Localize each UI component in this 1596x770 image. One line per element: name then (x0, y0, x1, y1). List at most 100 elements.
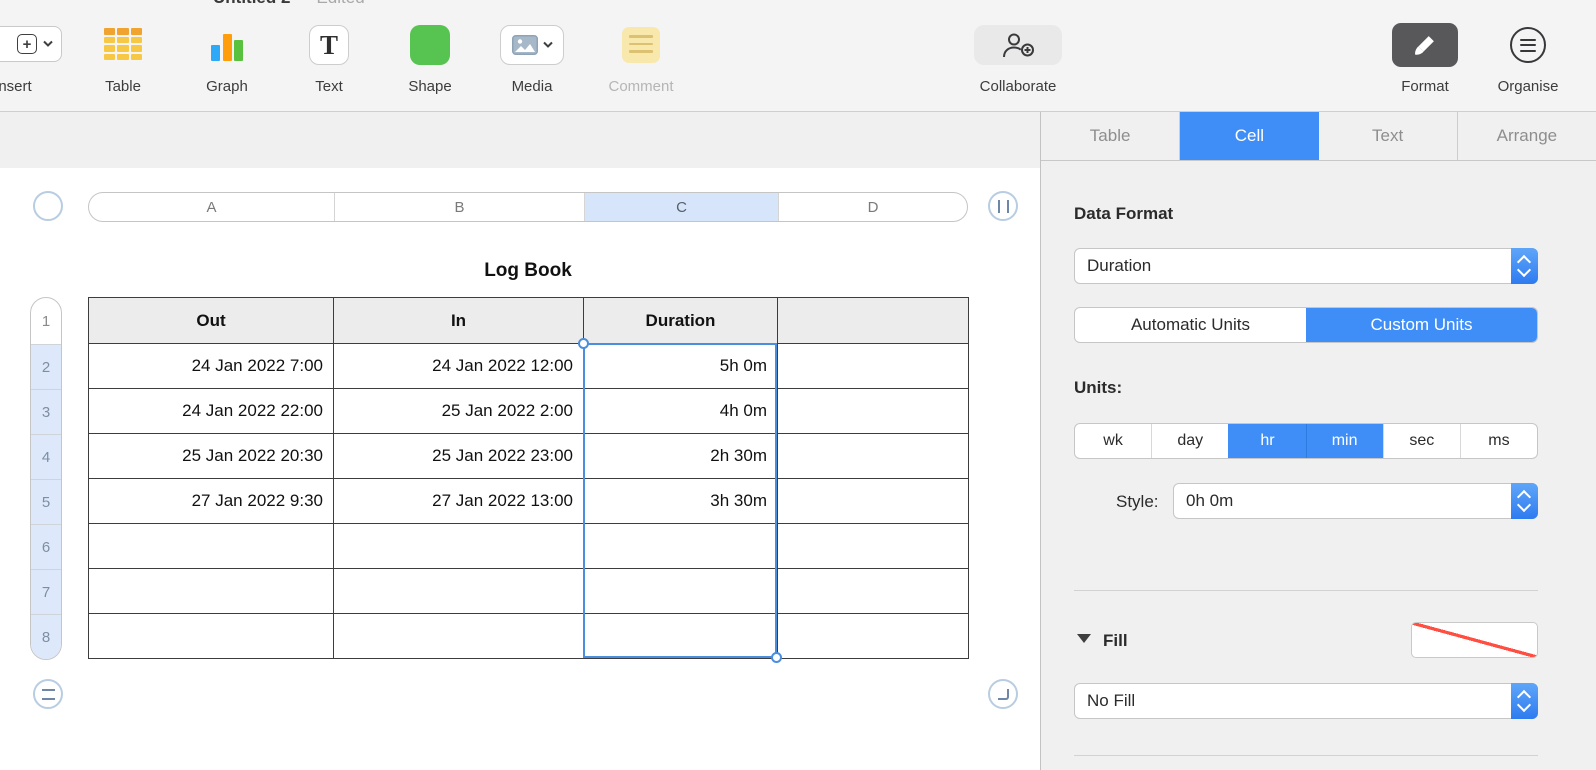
sheet-subbar (0, 112, 1040, 168)
cell-c5[interactable]: 3h 30m (583, 478, 778, 524)
cell-a3[interactable]: 24 Jan 2022 22:00 (88, 388, 334, 434)
add-row-handle[interactable] (33, 679, 63, 709)
cell-d2[interactable] (777, 343, 969, 389)
organise-icon (1510, 27, 1546, 63)
toolbar-item-organise[interactable]: Organise (1490, 0, 1566, 112)
plus-icon: + (17, 34, 37, 54)
cell-b6[interactable] (333, 523, 584, 569)
selection-handle-bottom[interactable] (771, 652, 782, 663)
column-header-a[interactable]: A (89, 193, 334, 221)
insert-button[interactable]: + (0, 26, 62, 62)
row-header-5[interactable]: 5 (31, 479, 61, 524)
header-cell-duration[interactable]: Duration (583, 297, 778, 344)
resize-table-handle[interactable] (988, 679, 1018, 709)
style-select[interactable]: 0h 0m (1173, 483, 1538, 519)
data-format-select[interactable]: Duration (1074, 248, 1538, 284)
toolbar-item-collaborate[interactable]: Collaborate (968, 0, 1068, 112)
unit-ms[interactable]: ms (1459, 424, 1537, 458)
row-header-1[interactable]: 1 (31, 298, 61, 344)
tab-arrange[interactable]: Arrange (1458, 112, 1596, 160)
table-select-handle[interactable] (33, 191, 63, 221)
row-header-4[interactable]: 4 (31, 434, 61, 479)
format-label: Format (1401, 78, 1449, 95)
table-label: Table (105, 78, 141, 95)
tab-cell[interactable]: Cell (1180, 112, 1319, 160)
stepper-icon[interactable] (1511, 683, 1538, 719)
divider (1074, 755, 1538, 756)
disclosure-triangle-icon[interactable] (1077, 634, 1091, 643)
toolbar-item-table[interactable]: Table (95, 0, 151, 112)
tab-table[interactable]: Table (1041, 112, 1181, 160)
row-header-3[interactable]: 3 (31, 389, 61, 434)
cell-d5[interactable] (777, 478, 969, 524)
custom-units-option[interactable]: Custom Units (1306, 308, 1537, 342)
collaborate-button[interactable] (974, 25, 1062, 65)
comment-icon (622, 27, 660, 63)
cell-d3[interactable] (777, 388, 969, 434)
cell-d8[interactable] (777, 613, 969, 659)
row-header-6[interactable]: 6 (31, 524, 61, 569)
cell-a7[interactable] (88, 568, 334, 614)
column-header-d[interactable]: D (778, 193, 967, 221)
fill-select[interactable]: No Fill (1074, 683, 1538, 719)
cell-a8[interactable] (88, 613, 334, 659)
table-title[interactable]: Log Book (88, 260, 968, 282)
cell-c7[interactable] (583, 568, 778, 614)
unit-day[interactable]: day (1151, 424, 1228, 458)
unit-hr[interactable]: hr (1228, 424, 1306, 458)
column-header-b[interactable]: B (334, 193, 584, 221)
header-cell-in[interactable]: In (333, 297, 584, 344)
toolbar-item-insert[interactable]: + nsert (0, 0, 62, 112)
add-column-handle[interactable] (988, 191, 1018, 221)
stepper-icon[interactable] (1511, 248, 1538, 284)
row-bars-icon (41, 688, 55, 700)
automatic-units-option[interactable]: Automatic Units (1075, 308, 1306, 342)
header-cell-empty[interactable] (777, 297, 969, 344)
unit-min[interactable]: min (1305, 424, 1383, 458)
table-icon (104, 28, 142, 60)
photo-icon (511, 35, 538, 55)
toolbar-item-comment[interactable]: Comment (601, 0, 681, 112)
cell-a6[interactable] (88, 523, 334, 569)
tab-text[interactable]: Text (1319, 112, 1458, 160)
cell-d7[interactable] (777, 568, 969, 614)
cell-a4[interactable]: 25 Jan 2022 20:30 (88, 433, 334, 479)
cell-c2[interactable]: 5h 0m (583, 343, 778, 389)
table-row: 27 Jan 2022 9:30 27 Jan 2022 13:00 3h 30… (88, 478, 969, 524)
cell-c8[interactable] (583, 613, 778, 659)
header-cell-out[interactable]: Out (88, 297, 334, 344)
toolbar-item-format[interactable]: Format (1392, 0, 1458, 112)
row-header-8[interactable]: 8 (31, 614, 61, 659)
format-button[interactable] (1392, 23, 1458, 67)
row-header-2[interactable]: 2 (31, 344, 61, 389)
column-header-c[interactable]: C (584, 193, 778, 221)
row-header-7[interactable]: 7 (31, 569, 61, 614)
fill-color-well[interactable] (1411, 622, 1538, 658)
unit-wk[interactable]: wk (1075, 424, 1151, 458)
toolbar-item-media[interactable]: Media (500, 0, 564, 112)
toolbar-item-graph[interactable]: Graph (199, 0, 255, 112)
style-label: Style: (1116, 492, 1159, 511)
cell-b7[interactable] (333, 568, 584, 614)
toolbar-item-shape[interactable]: Shape (400, 0, 460, 112)
cell-c6[interactable] (583, 523, 778, 569)
cell-b3[interactable]: 25 Jan 2022 2:00 (333, 388, 584, 434)
cell-d4[interactable] (777, 433, 969, 479)
numbers-app: Untitled 2Edited + nsert Table Graph (0, 0, 1596, 770)
selection-handle-top[interactable] (578, 338, 589, 349)
media-button[interactable] (500, 25, 564, 65)
cell-b8[interactable] (333, 613, 584, 659)
toolbar-item-text[interactable]: T Text (303, 0, 355, 112)
cell-b2[interactable]: 24 Jan 2022 12:00 (333, 343, 584, 389)
graph-label: Graph (206, 78, 248, 95)
sheet-canvas[interactable]: A B C D 1 2 3 4 5 6 7 8 Log Book Out In … (0, 112, 1040, 770)
cell-a2[interactable]: 24 Jan 2022 7:00 (88, 343, 334, 389)
cell-c4[interactable]: 2h 30m (583, 433, 778, 479)
cell-a5[interactable]: 27 Jan 2022 9:30 (88, 478, 334, 524)
cell-b4[interactable]: 25 Jan 2022 23:00 (333, 433, 584, 479)
cell-d6[interactable] (777, 523, 969, 569)
stepper-icon[interactable] (1511, 483, 1538, 519)
unit-sec[interactable]: sec (1382, 424, 1460, 458)
cell-b5[interactable]: 27 Jan 2022 13:00 (333, 478, 584, 524)
cell-c3[interactable]: 4h 0m (583, 388, 778, 434)
